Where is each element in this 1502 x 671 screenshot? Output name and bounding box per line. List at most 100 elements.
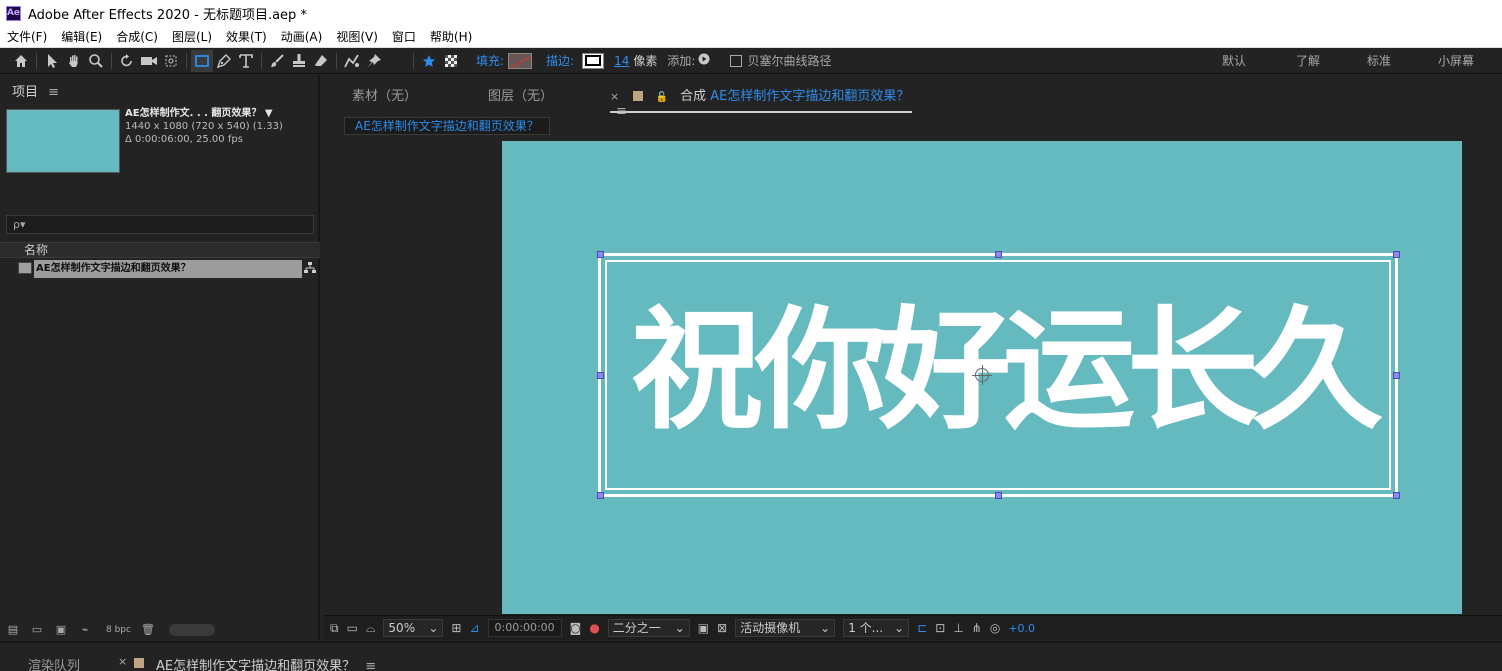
rectangle-tool-icon[interactable] xyxy=(191,49,213,72)
lock-icon[interactable]: 🔓 xyxy=(656,92,668,103)
composition-breadcrumb[interactable]: AE怎样制作文字描边和翻页效果？ xyxy=(344,117,550,135)
menu-view[interactable]: 视图(V) xyxy=(329,28,385,45)
toolbar-divider xyxy=(36,52,37,69)
views-dropdown[interactable]: 1 个... ⌄ xyxy=(843,619,910,637)
region-of-interest-icon[interactable]: ⊿ xyxy=(469,621,479,635)
timeline-tabs: 渲染队列 × AE怎样制作文字描边和翻页效果？ ≡ xyxy=(0,641,1502,671)
transform-handle[interactable] xyxy=(1393,492,1400,499)
panel-menu-icon[interactable]: ≡ xyxy=(48,85,59,100)
type-tool-icon[interactable] xyxy=(235,50,257,72)
composition-info: AE怎样制作文. . . 翻页效果？ ▼ 1440 x 1080 (720 x … xyxy=(125,107,283,146)
panel-menu-icon[interactable]: ≡ xyxy=(616,104,627,119)
transform-handle[interactable] xyxy=(995,251,1002,258)
menu-effect[interactable]: 效果(T) xyxy=(219,28,274,45)
camera-tool-icon[interactable] xyxy=(138,50,160,72)
close-icon[interactable]: × xyxy=(610,90,619,103)
zoom-tool-icon[interactable] xyxy=(85,50,107,72)
interpret-footage-icon[interactable]: ▤ xyxy=(4,623,22,637)
safe-margins-icon[interactable]: ⊞ xyxy=(451,621,461,635)
hand-tool-icon[interactable] xyxy=(63,50,85,72)
tab-render-queue[interactable]: 渲染队列 xyxy=(28,655,80,671)
fill-color-swatch[interactable] xyxy=(508,52,533,69)
resolution-dropdown[interactable]: 二分之一 ⌄ xyxy=(607,619,690,637)
reset-exposure-icon[interactable]: ◎ xyxy=(990,621,1000,635)
new-composition-icon[interactable]: ▣ xyxy=(52,623,70,637)
bezier-path-checkbox[interactable] xyxy=(730,54,743,67)
composition-viewer[interactable]: 祝你好运长久 xyxy=(324,139,1502,614)
workspace-standard[interactable]: 标准 xyxy=(1367,48,1391,74)
workspace-small-screen[interactable]: 小屏幕 xyxy=(1438,48,1474,74)
menu-help[interactable]: 帮助(H) xyxy=(423,28,479,45)
mask-visibility-icon[interactable]: ⌓ xyxy=(366,621,376,636)
snapshot-camera-icon[interactable]: ◙ xyxy=(570,621,582,635)
flowchart-icon[interactable] xyxy=(304,262,316,277)
monitor-icon[interactable]: ▭ xyxy=(347,621,358,635)
tab-footage[interactable]: 素材（无） xyxy=(352,85,417,104)
project-list-item[interactable]: AE怎样制作文字描边和翻页效果？ xyxy=(0,260,320,278)
workspace-learn[interactable]: 了解 xyxy=(1296,48,1320,74)
project-tab[interactable]: 项目 ≡ xyxy=(12,81,59,100)
timeline-icon[interactable]: ⊥ xyxy=(953,621,963,635)
pan-behind-tool-icon[interactable] xyxy=(160,50,182,72)
project-panel: 项目 ≡ AE怎样制作文. . . 翻页效果？ ▼ 1440 x 1080 (7… xyxy=(0,75,320,640)
project-column-header[interactable]: 名称 xyxy=(0,242,320,258)
rotation-tool-icon[interactable] xyxy=(116,50,138,72)
current-time-field[interactable]: 0:00:00:00 xyxy=(487,619,562,637)
exposure-value[interactable]: +0.0 xyxy=(1008,622,1035,635)
menu-animation[interactable]: 动画(A) xyxy=(274,28,330,45)
transform-handle[interactable] xyxy=(597,372,604,379)
resolution-value: 二分之一 xyxy=(612,621,661,635)
transparency-grid-icon[interactable] xyxy=(440,50,462,72)
star-mask-icon[interactable] xyxy=(418,50,440,72)
canvas-text-layer[interactable]: 祝你好运长久 xyxy=(631,286,1383,456)
camera-value: 活动摄像机 xyxy=(740,621,801,635)
bit-depth-label[interactable]: 8 bpc xyxy=(106,625,131,635)
puppet-pin-tool-icon[interactable] xyxy=(363,50,385,72)
always-preview-icon[interactable]: ⧉ xyxy=(330,621,339,636)
menu-composition[interactable]: 合成(C) xyxy=(109,28,165,45)
composition-info-name[interactable]: AE怎样制作文. . . 翻页效果？ ▼ xyxy=(125,107,283,120)
color-channels-icon[interactable]: ● xyxy=(589,621,599,635)
close-icon[interactable]: × xyxy=(118,655,127,668)
menu-layer[interactable]: 图层(L) xyxy=(165,28,219,45)
project-search-input[interactable]: ρ▾ xyxy=(6,215,314,234)
new-folder-icon[interactable]: ▭ xyxy=(28,623,46,637)
menu-window[interactable]: 窗口 xyxy=(385,28,423,45)
add-menu-icon[interactable] xyxy=(698,53,710,68)
panel-menu-icon[interactable]: ≡ xyxy=(365,659,376,671)
tab-composition[interactable]: × 🔓 合成 AE怎样制作文字描边和翻页效果？ ≡ xyxy=(610,85,912,119)
stroke-width-value[interactable]: 14 xyxy=(614,54,629,68)
home-icon[interactable] xyxy=(10,50,32,72)
draft-3d-icon[interactable]: ⊡ xyxy=(935,621,945,635)
selection-tool-icon[interactable] xyxy=(41,50,63,72)
transform-handle[interactable] xyxy=(597,251,604,258)
fast-preview-icon[interactable]: ▣ xyxy=(698,621,709,635)
brush-tool-icon[interactable] xyxy=(266,50,288,72)
pen-tool-icon[interactable] xyxy=(213,50,235,72)
text-layer-bounding-box[interactable]: 祝你好运长久 xyxy=(598,253,1398,497)
camera-dropdown[interactable]: 活动摄像机 ⌄ xyxy=(735,619,836,637)
composition-canvas[interactable]: 祝你好运长久 xyxy=(502,141,1462,614)
tab-timeline[interactable]: AE怎样制作文字描边和翻页效果？ ≡ xyxy=(156,655,376,671)
menu-file[interactable]: 文件(F) xyxy=(0,28,54,45)
transform-handle[interactable] xyxy=(995,492,1002,499)
anchor-point-icon[interactable] xyxy=(972,365,992,385)
toggle-pixel-aspect-icon[interactable]: ⊏ xyxy=(917,621,927,635)
eraser-tool-icon[interactable] xyxy=(310,50,332,72)
tab-layer[interactable]: 图层（无） xyxy=(488,85,553,104)
trash-icon[interactable]: 🗑 xyxy=(139,623,157,637)
zoom-dropdown[interactable]: 50% ⌄ xyxy=(383,619,444,637)
clone-stamp-tool-icon[interactable] xyxy=(288,50,310,72)
transform-handle[interactable] xyxy=(1393,251,1400,258)
flowchart-icon[interactable]: ⋔ xyxy=(972,621,982,635)
workspace-default[interactable]: 默认 xyxy=(1222,48,1246,74)
transform-handle[interactable] xyxy=(1393,372,1400,379)
transform-handle[interactable] xyxy=(597,492,604,499)
transparency-grid-toggle-icon[interactable]: ⊠ xyxy=(717,621,727,635)
stroke-color-swatch[interactable] xyxy=(582,52,605,69)
menu-edit[interactable]: 编辑(E) xyxy=(54,28,109,45)
thumbnail-scroll-slider[interactable] xyxy=(168,624,215,636)
viewer-tabs: 素材（无） 图层（无） × 🔓 合成 AE怎样制作文字描边和翻页效果？ ≡ xyxy=(324,75,1502,119)
roto-brush-tool-icon[interactable] xyxy=(341,50,363,72)
project-settings-icon[interactable]: ⌁ xyxy=(76,623,94,637)
